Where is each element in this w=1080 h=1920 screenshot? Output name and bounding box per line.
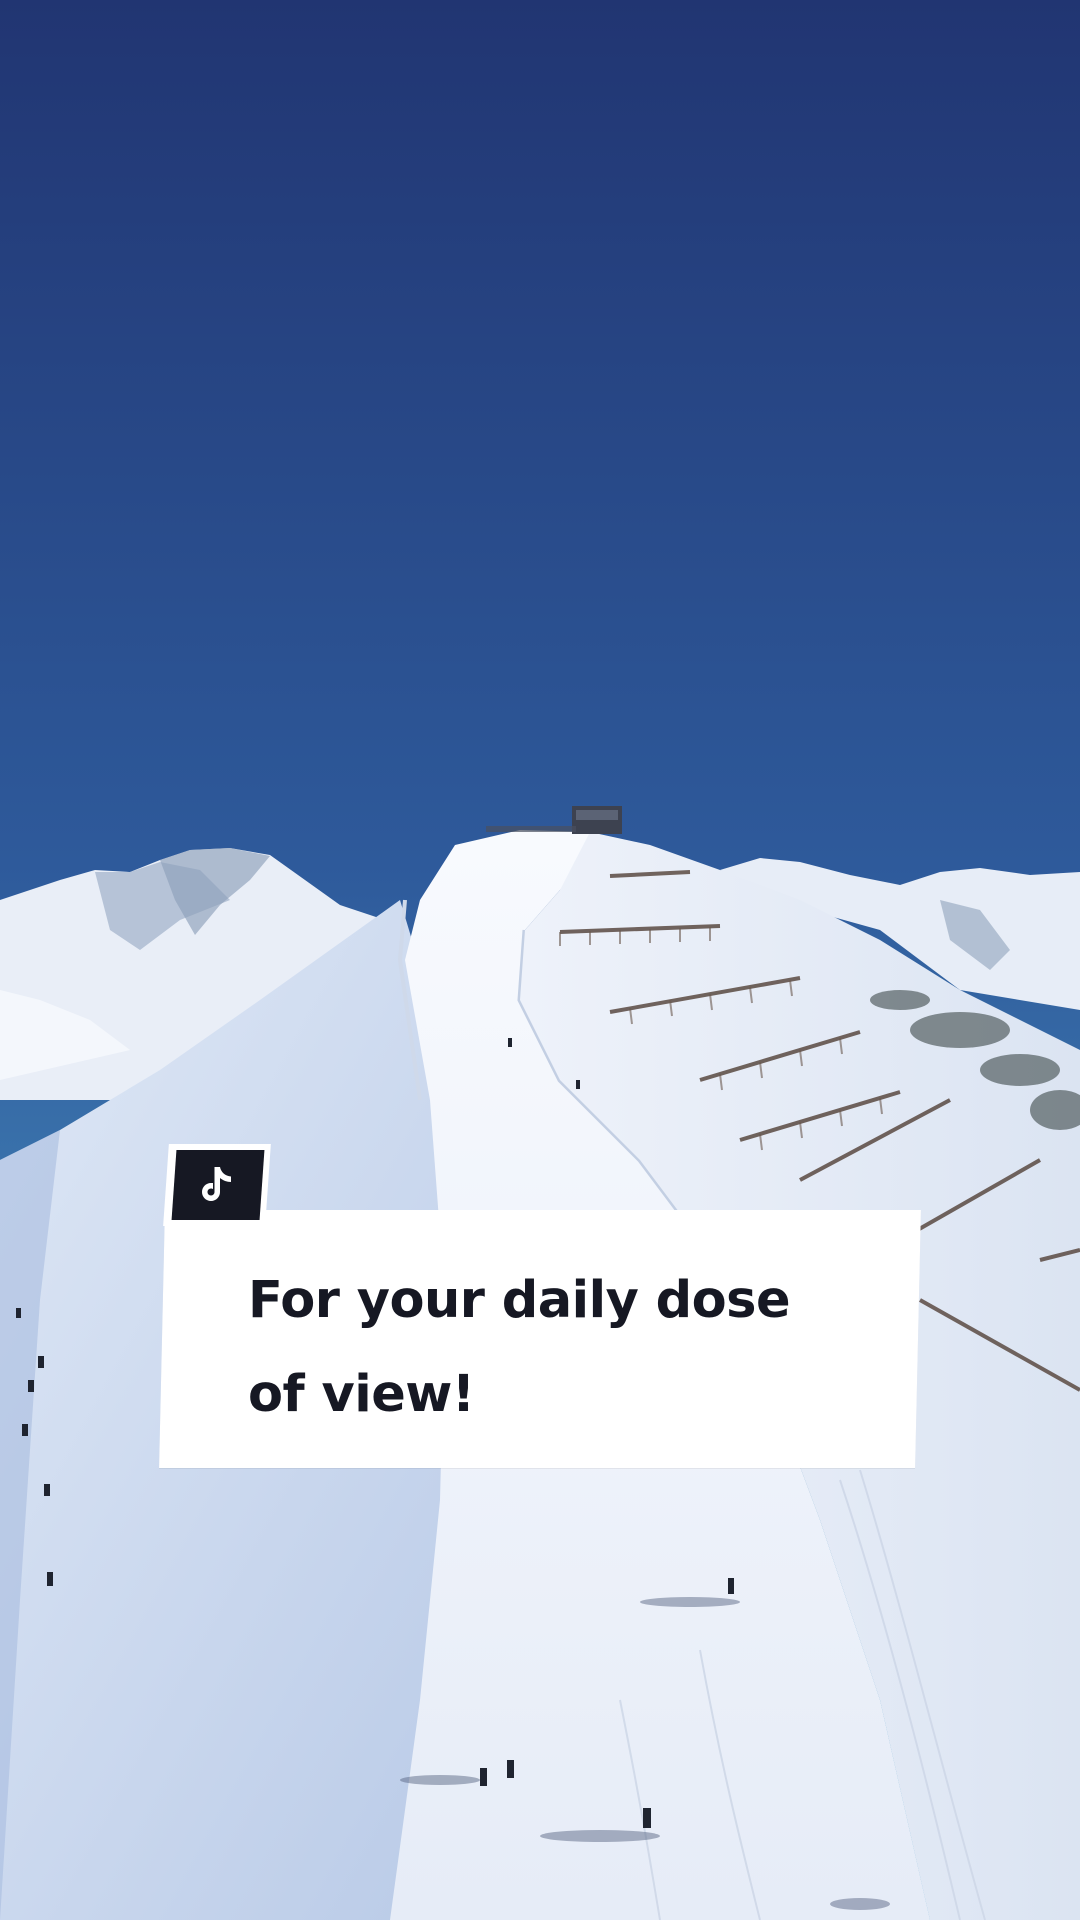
mountain-scene <box>0 0 1080 1920</box>
caption-line-2: of view! <box>248 1365 475 1424</box>
caption-text: For your daily dose of view! <box>248 1254 888 1442</box>
caption-line-1: For your daily dose <box>248 1271 791 1330</box>
tiktok-logo-icon <box>171 1150 265 1220</box>
video-frame[interactable]: For your daily dose of view! <box>0 0 1080 1920</box>
